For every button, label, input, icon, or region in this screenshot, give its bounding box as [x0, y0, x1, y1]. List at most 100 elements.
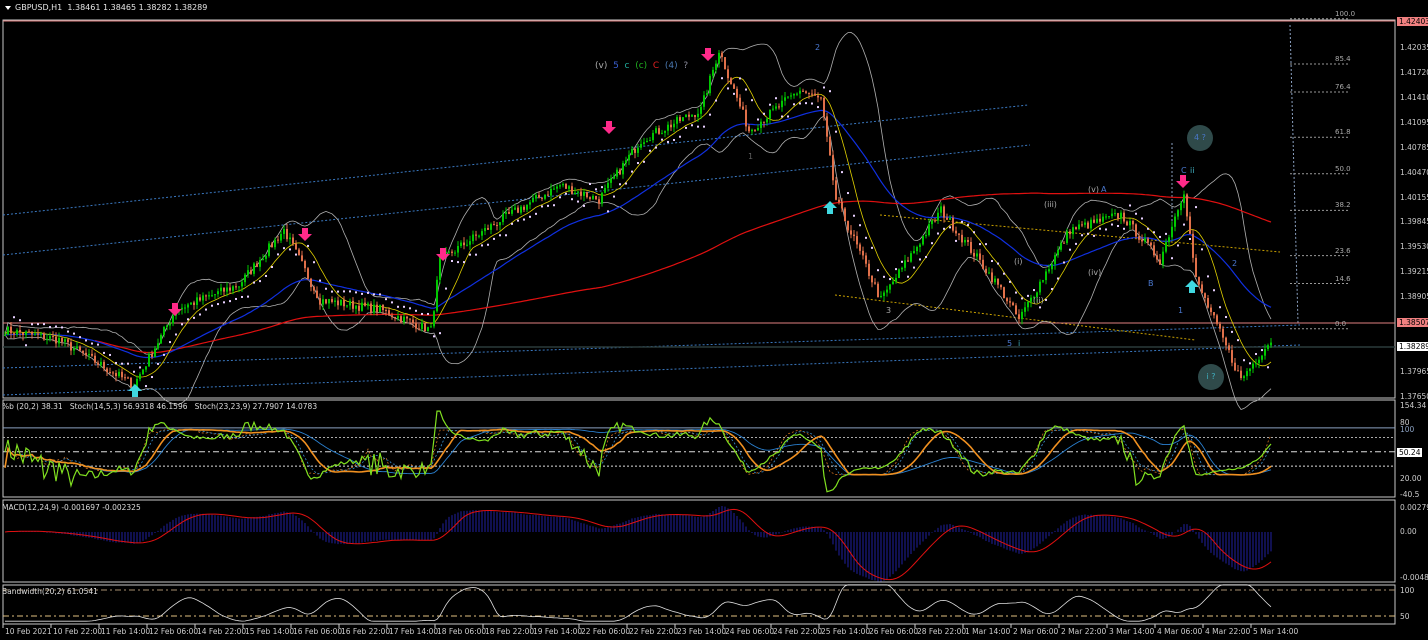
wave-legend-item: (4) [664, 61, 684, 71]
candle-body [1069, 231, 1071, 235]
sar-dot [775, 97, 777, 100]
candle-body [1051, 264, 1053, 270]
candle-body [205, 295, 207, 297]
sar-dot [1057, 277, 1059, 280]
sar-dot [1267, 366, 1269, 369]
candle-body [1159, 259, 1161, 265]
sar-dot [337, 290, 339, 293]
fib-level-label: 85.4 [1335, 55, 1351, 64]
sar-dot [79, 336, 81, 339]
candle-body [541, 197, 543, 199]
candle-body [1156, 255, 1158, 260]
candle-body [145, 366, 147, 370]
candle-body [1195, 257, 1197, 278]
candle-body [619, 169, 621, 175]
sar-dot [475, 253, 477, 256]
candle-body [112, 372, 114, 374]
candle-body [403, 316, 405, 323]
sar-dot [169, 341, 171, 344]
candle-body [109, 372, 111, 374]
candle-body [202, 295, 204, 301]
candle-body [577, 191, 579, 193]
candle-body [232, 286, 234, 291]
price-axis-label: 1.37965 [1400, 366, 1428, 376]
candle-body [682, 117, 684, 122]
candle-body [823, 97, 825, 117]
sar-dot [517, 219, 519, 222]
symbol: GBPUSD,H1 [15, 3, 63, 12]
candle-body [1009, 301, 1011, 303]
sar-dot [733, 92, 735, 95]
candle-body [124, 377, 126, 379]
sar-dot [961, 220, 963, 223]
sar-dot [1147, 227, 1149, 230]
candle-body [670, 124, 672, 128]
candle-body [949, 217, 951, 220]
candle-body [172, 315, 174, 324]
candle-body [235, 286, 237, 288]
candle-body [514, 207, 516, 210]
sar-dot [457, 261, 459, 264]
candle-body [574, 192, 576, 195]
candle-body [658, 128, 660, 134]
candle-body [103, 361, 105, 369]
candle-body [382, 304, 384, 311]
candle-body [397, 316, 399, 319]
sar-dot [1129, 204, 1131, 207]
candle-body [457, 246, 459, 253]
candle-body [193, 302, 195, 305]
candle-body [1138, 236, 1140, 240]
candle-body [349, 300, 351, 306]
price-axis-label: 1.38905 [1400, 292, 1428, 302]
sar-dot [193, 316, 195, 319]
dropdown-icon[interactable] [5, 5, 11, 10]
sar-dot [781, 115, 783, 118]
candle-body [694, 115, 696, 117]
candle-body [1258, 359, 1260, 364]
candle-body [1192, 233, 1194, 258]
sar-dot [805, 102, 807, 105]
wave-label-2b: 2 [1232, 259, 1238, 268]
candle-body [1099, 218, 1101, 222]
candle-body [991, 272, 993, 283]
time-axis-label: 2 Mar 22:00 [1061, 627, 1107, 636]
sar-dot [847, 192, 849, 195]
candle-body [1006, 298, 1008, 302]
wave-label-2: 2 [815, 43, 821, 52]
sar-dot [901, 260, 903, 263]
candle-body [1135, 224, 1137, 237]
candle-body [943, 206, 945, 218]
macd-axis-zero: 0.00 [1400, 527, 1417, 536]
sar-dot [247, 295, 249, 298]
candle-body [469, 241, 471, 245]
stoch-label: %b (20,2) 38.31 Stoch(14,5,3) 56.9318 46… [2, 402, 318, 411]
candle-body [607, 182, 609, 189]
sar-dot [745, 88, 747, 91]
candle-body [646, 140, 648, 143]
candle-body [352, 300, 354, 309]
sar-dot [463, 261, 465, 264]
candle-body [490, 224, 492, 230]
candle-body [310, 278, 312, 288]
candle-body [1096, 218, 1098, 223]
time-axis-label: 10 Feb 2021 [5, 627, 52, 636]
candle-body [1024, 307, 1026, 312]
sar-dot [661, 138, 663, 141]
arrow-down-icon [168, 303, 182, 316]
sar-dot [877, 269, 879, 272]
candle-body [787, 96, 789, 98]
candle-body [412, 319, 414, 323]
chart-canvas[interactable] [0, 0, 1428, 640]
candle-body [1003, 287, 1005, 299]
sar-dot [1069, 248, 1071, 251]
candle-body [1111, 213, 1113, 217]
candle-body [1030, 297, 1032, 302]
price-axis-label: 1.39530 [1400, 242, 1428, 252]
candle-body [709, 75, 711, 94]
sar-dot [313, 261, 315, 264]
candle-body [73, 348, 75, 351]
candle-body [817, 95, 819, 98]
candle-body [1189, 216, 1191, 234]
candle-body [877, 283, 879, 297]
sar-dot [1117, 224, 1119, 227]
